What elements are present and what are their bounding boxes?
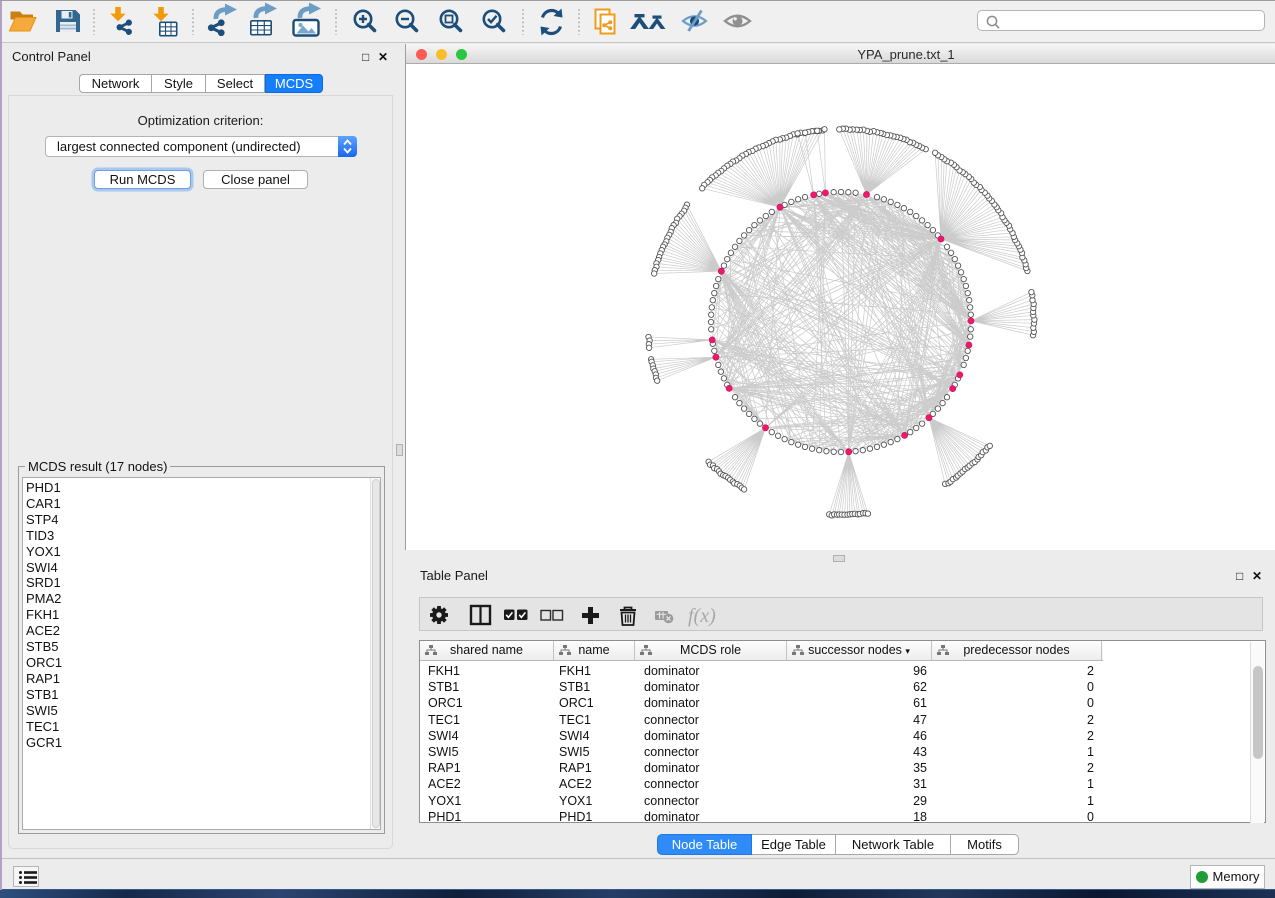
svg-text:f(x): f(x): [688, 605, 716, 627]
